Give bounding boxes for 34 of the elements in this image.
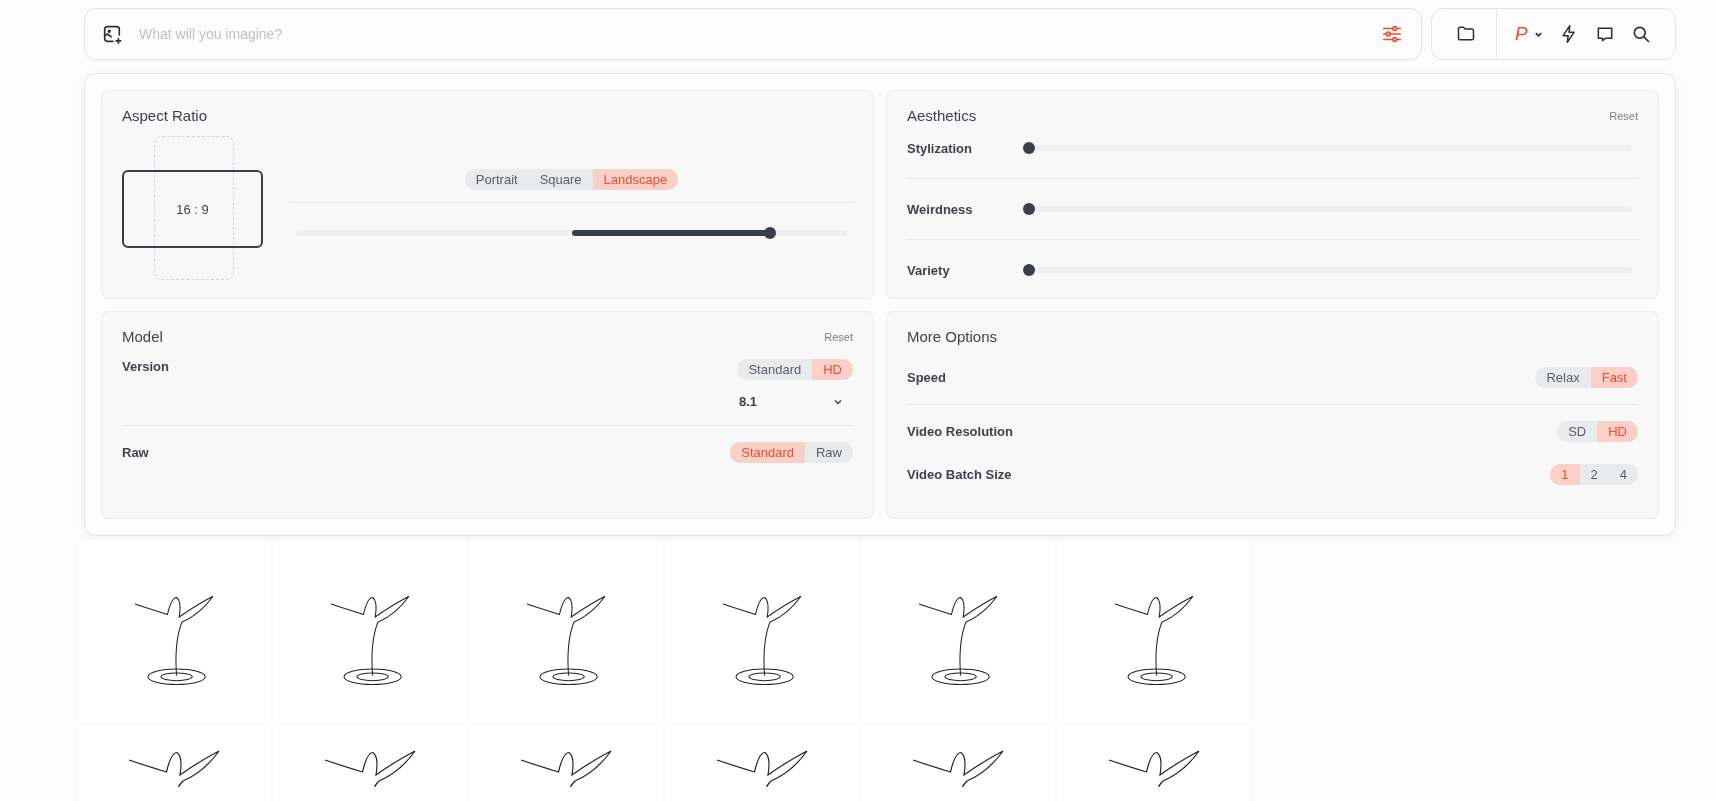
option-button[interactable]: SD [1557, 421, 1598, 442]
option-button[interactable]: Relax [1535, 367, 1591, 388]
profile-button[interactable]: P [1515, 23, 1528, 45]
option-label: Speed [907, 370, 947, 385]
card-title: Aspect Ratio [122, 107, 209, 124]
prompt-input[interactable]: What will you imagine? [137, 25, 1367, 43]
version-label: Version [122, 359, 170, 374]
slider-thumb[interactable] [1023, 264, 1035, 276]
option-button[interactable]: Raw [805, 442, 853, 463]
slider-label: Weirdness [907, 201, 974, 217]
slider-label: Stylization [907, 140, 973, 156]
prompt-bar[interactable]: What will you imagine? [84, 8, 1422, 60]
option-button[interactable]: Portrait [464, 169, 529, 190]
reset-button[interactable]: Reset [1609, 109, 1638, 122]
folder-icon[interactable] [1456, 24, 1476, 44]
slider-thumb[interactable] [1023, 203, 1035, 215]
sliders-icon[interactable] [1381, 23, 1403, 45]
option-button[interactable]: Standard [737, 359, 813, 380]
card-title: Aesthetics [907, 107, 977, 124]
version-dropdown[interactable]: 8.1 [738, 394, 853, 409]
option-label: Video Batch Size [907, 467, 1012, 482]
slider-thumb[interactable] [1023, 142, 1035, 154]
card-title: More Options [907, 328, 999, 345]
card-title: Model [122, 328, 163, 345]
image-add-icon[interactable] [101, 23, 123, 45]
reset-button[interactable]: Reset [824, 330, 853, 343]
option-button[interactable]: 2 [1579, 464, 1609, 485]
option-label: Video Resolution [907, 424, 1013, 439]
slider-label: Variety [907, 262, 951, 278]
option-button[interactable]: Square [528, 169, 593, 190]
slider-thumb[interactable] [763, 227, 776, 239]
ratio-preview: 16 : 9 [122, 170, 263, 248]
option-button[interactable]: 4 [1608, 464, 1638, 485]
raw-label: Raw [122, 445, 150, 460]
